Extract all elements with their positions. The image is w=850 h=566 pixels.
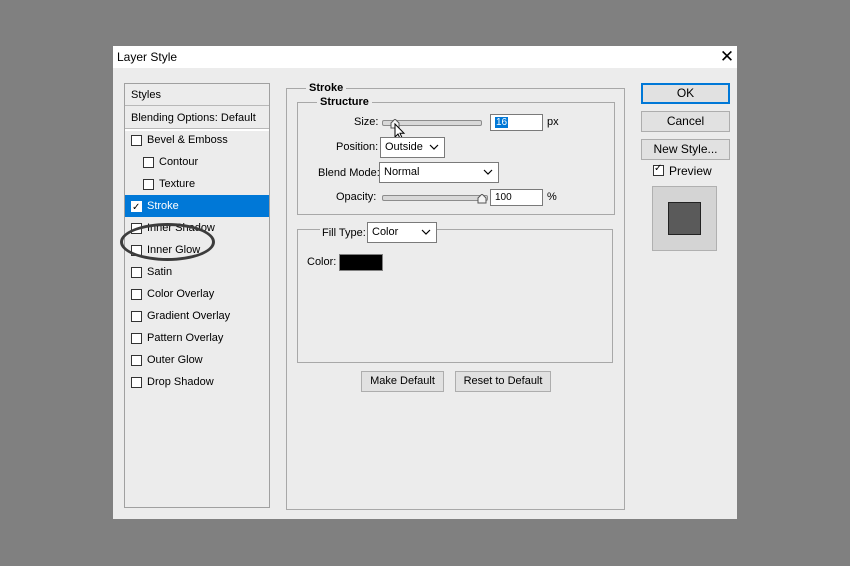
opacity-label: Opacity: xyxy=(336,191,377,203)
style-item-label: Contour xyxy=(159,156,199,168)
ok-button[interactable]: OK xyxy=(641,83,730,104)
highlight-oval xyxy=(120,223,215,261)
style-checkbox[interactable] xyxy=(131,267,142,278)
fill-type-value: Color xyxy=(372,226,399,238)
chevron-down-icon xyxy=(421,229,431,235)
window-title: Layer Style xyxy=(117,50,178,64)
style-item-texture[interactable]: Texture xyxy=(125,173,269,195)
structure-group-title: Structure xyxy=(317,96,372,108)
fill-group: Fill Type: Color Color: xyxy=(297,222,613,363)
size-input[interactable]: 16 xyxy=(490,114,543,131)
blend-mode-value: Normal xyxy=(384,166,420,178)
chevron-down-icon xyxy=(429,144,439,150)
opacity-unit: % xyxy=(547,191,557,203)
structure-group: Structure Size: 16 px Position: Outside … xyxy=(297,96,615,215)
blend-mode-select[interactable]: Normal xyxy=(379,162,499,183)
style-item-bevel-emboss[interactable]: Bevel & Emboss xyxy=(125,129,269,151)
position-value: Outside xyxy=(385,141,423,153)
cancel-button[interactable]: Cancel xyxy=(641,111,730,132)
style-item-color-overlay[interactable]: Color Overlay xyxy=(125,283,269,305)
style-checkbox[interactable] xyxy=(131,333,142,344)
new-style-button[interactable]: New Style... xyxy=(641,139,730,160)
color-label: Color: xyxy=(307,256,337,268)
close-icon[interactable]: ✕ xyxy=(717,47,737,67)
size-unit: px xyxy=(547,116,559,128)
style-checkbox[interactable] xyxy=(131,311,142,322)
blend-mode-label: Blend Mode: xyxy=(318,167,380,179)
title-bar: Layer Style ✕ xyxy=(113,46,737,68)
layer-style-dialog: Layer Style ✕ Styles Blending Options: D… xyxy=(113,46,737,519)
style-item-label: Outer Glow xyxy=(147,354,203,366)
style-item-label: Satin xyxy=(147,266,173,278)
style-item-label: Texture xyxy=(159,178,196,190)
preview-checkbox[interactable]: ✓ xyxy=(653,163,664,176)
style-checkbox[interactable] xyxy=(131,135,142,146)
style-item-label: Color Overlay xyxy=(147,288,215,300)
size-label: Size: xyxy=(354,116,379,128)
check-icon: ✓ xyxy=(132,202,141,213)
fill-type-label: Fill Type: xyxy=(320,227,368,239)
style-item-drop-shadow[interactable]: Drop Shadow xyxy=(125,371,269,393)
style-item-satin[interactable]: Satin xyxy=(125,261,269,283)
styles-list: Styles Blending Options: Default Bevel &… xyxy=(120,83,270,508)
style-item-label: Stroke xyxy=(147,200,179,212)
preview-square xyxy=(668,202,701,235)
reset-to-default-button[interactable]: Reset to Default xyxy=(455,371,551,392)
styles-header[interactable]: Styles xyxy=(125,84,269,106)
chevron-down-icon xyxy=(483,169,493,175)
position-label: Position: xyxy=(336,141,379,153)
style-checkbox[interactable] xyxy=(143,179,154,190)
style-checkbox[interactable] xyxy=(131,289,142,300)
opacity-slider-track[interactable] xyxy=(382,195,488,201)
fill-type-select[interactable]: Color xyxy=(367,222,437,243)
style-item-contour[interactable]: Contour xyxy=(125,151,269,173)
blending-options-item[interactable]: Blending Options: Default xyxy=(125,107,269,129)
preview-thumbnail xyxy=(652,186,717,251)
style-item-label: Gradient Overlay xyxy=(147,310,231,322)
size-value: 16 xyxy=(495,117,509,128)
style-checkbox[interactable] xyxy=(131,355,142,366)
stroke-group: Stroke Structure Size: 16 px Position: O… xyxy=(286,82,625,510)
color-swatch[interactable] xyxy=(339,254,383,271)
stroke-group-title: Stroke xyxy=(306,82,347,94)
style-item-pattern-overlay[interactable]: Pattern Overlay xyxy=(125,327,269,349)
check-icon: ✓ xyxy=(654,163,663,174)
opacity-input[interactable]: 100 xyxy=(490,189,543,206)
style-item-gradient-overlay[interactable]: Gradient Overlay xyxy=(125,305,269,327)
style-item-stroke[interactable]: ✓ Stroke xyxy=(125,195,269,217)
style-checkbox[interactable] xyxy=(131,377,142,388)
style-checkbox[interactable]: ✓ xyxy=(131,201,142,213)
style-item-label: Bevel & Emboss xyxy=(147,134,228,146)
style-item-label: Drop Shadow xyxy=(147,376,214,388)
opacity-value: 100 xyxy=(495,192,512,203)
style-checkbox[interactable] xyxy=(143,157,154,168)
style-item-outer-glow[interactable]: Outer Glow xyxy=(125,349,269,371)
opacity-slider-thumb[interactable] xyxy=(477,194,487,204)
preview-label: Preview xyxy=(669,164,712,178)
position-select[interactable]: Outside xyxy=(380,137,445,158)
style-item-label: Pattern Overlay xyxy=(147,332,224,344)
make-default-button[interactable]: Make Default xyxy=(361,371,444,392)
